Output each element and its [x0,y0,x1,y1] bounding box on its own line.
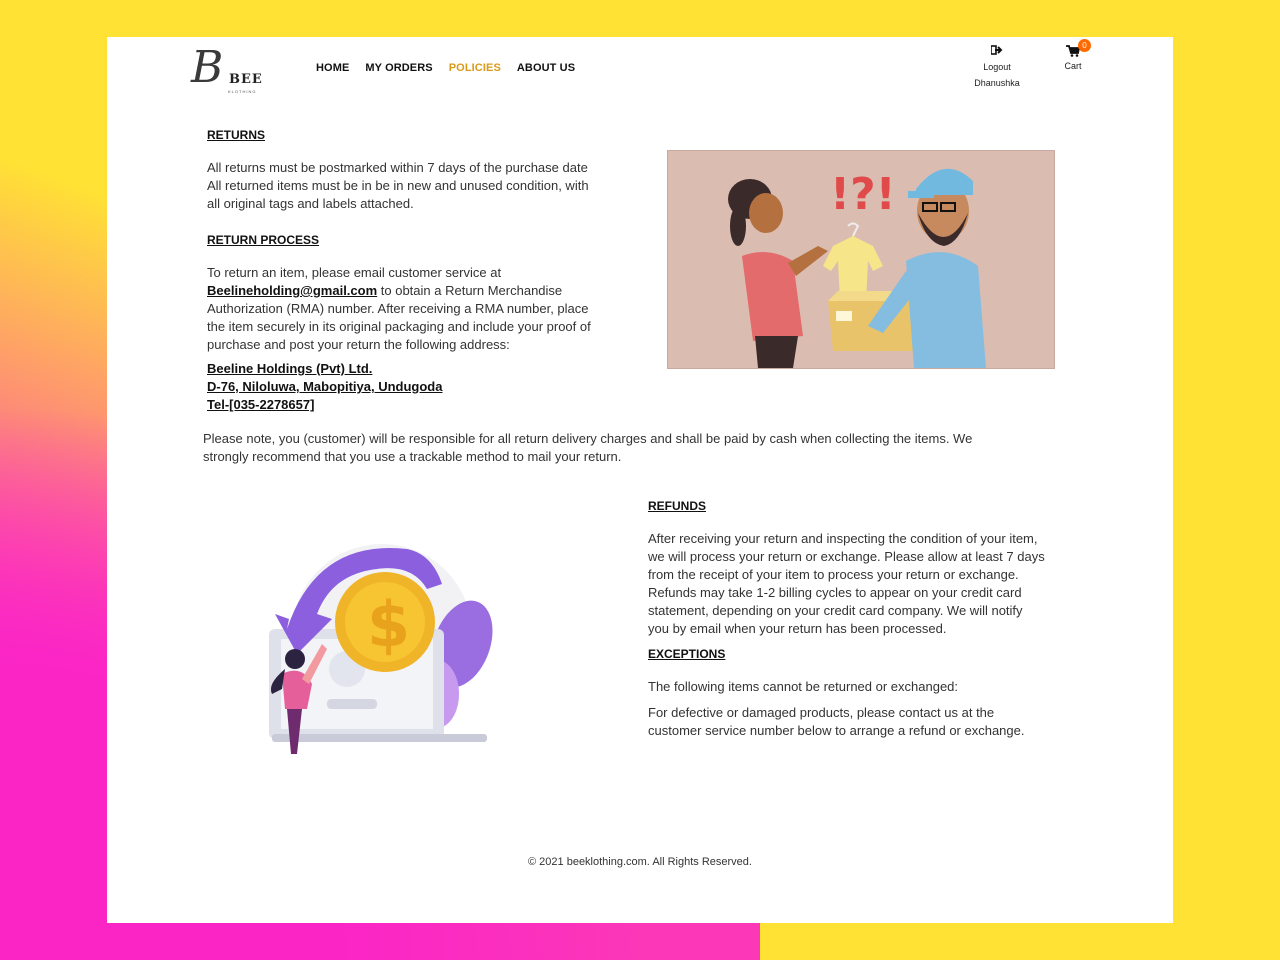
exceptions-text: For defective or damaged products, pleas… [648,704,1088,740]
returns-heading: RETURNS [207,128,266,142]
cart-button[interactable]: Cart 0 [1057,39,1091,71]
refunds-line: Refunds may take 1-2 billing cycles to a… [648,585,1022,600]
return-process-heading: RETURN PROCESS [207,233,320,247]
note-line: Please note, you (customer) will be resp… [203,431,973,446]
footer-copyright: © 2021 beeklothing.com. All Rights Reser… [528,856,752,868]
username-label: Dhanushka [974,78,1020,88]
address-street[interactable]: D-76, Niloluwa, Mabopitiya, Undugoda [207,379,442,394]
address-company[interactable]: Beeline Holdings (Pvt) Ltd. [207,361,372,376]
logo-letter: B [191,42,223,93]
returns-line: all original tags and labels attached. [207,196,414,211]
cart-count-badge: 0 [1078,39,1091,52]
refunds-line: we will process your return or exchange.… [648,549,1045,564]
returns-line: All returned items must be in be in new … [207,178,589,193]
refunds-line: from the receipt of your item to process… [648,567,1019,582]
exceptions-line: For defective or damaged products, pleas… [648,705,995,720]
nav-my-orders[interactable]: MY ORDERS [365,62,432,74]
address-phone[interactable]: Tel-[035-2278657] [207,397,314,412]
logo-name: BEE [229,72,263,87]
svg-text:$: $ [367,588,410,661]
process-line: To return an item, please email customer… [207,265,502,280]
exceptions-line: customer service number below to arrange… [648,723,1025,738]
nav-about-us[interactable]: ABOUT US [517,62,575,74]
delivery-note: Please note, you (customer) will be resp… [203,430,1063,466]
refunds-text: After receiving your return and inspecti… [648,530,1088,638]
process-line-text: to obtain a Return Merchandise [377,283,563,298]
note-line: strongly recommend that you use a tracka… [203,449,622,464]
refunds-line: After receiving your return and inspecti… [648,531,1038,546]
refunds-line: statement, depending on your credit card… [648,603,1023,618]
refunds-heading: REFUNDS [648,499,707,513]
exceptions-heading: EXCEPTIONS [648,647,726,661]
policies-page: B BEE KLOTHING HOME MY ORDERS POLICIES A… [107,37,1173,923]
return-process-text: To return an item, please email customer… [207,264,647,354]
brand-logo[interactable]: B BEE KLOTHING [191,42,263,94]
refund-illustration: $ [257,534,497,764]
main-nav: HOME MY ORDERS POLICIES ABOUT US [316,62,591,74]
cart-label: Cart [1064,61,1082,71]
returns-text: All returns must be postmarked within 7 … [207,159,647,213]
svg-text:!?!: !?! [830,169,896,220]
nav-home[interactable]: HOME [316,62,349,74]
logo-subtitle: KLOTHING [228,89,257,94]
exceptions-intro: The following items cannot be returned o… [648,679,959,694]
logout-button[interactable]: Logout Dhanushka [962,45,1032,88]
process-line: purchase and post your return the follow… [207,337,510,352]
returns-line: All returns must be postmarked within 7 … [207,160,588,175]
return-illustration: !?! [667,150,1055,369]
logout-label: Logout [983,62,1011,72]
nav-policies[interactable]: POLICIES [449,62,501,74]
process-line: the item securely in its original packag… [207,319,591,334]
return-address: Beeline Holdings (Pvt) Ltd. D-76, Nilolu… [207,360,647,414]
email-link[interactable]: Beelineholding@gmail.com [207,283,377,298]
refunds-line: you by email when your return has been p… [648,621,947,636]
process-line: Beelineholding@gmail.com to obtain a Ret… [207,282,647,300]
process-line: Authorization (RMA) number. After receiv… [207,301,589,316]
logout-icon [962,45,1032,58]
